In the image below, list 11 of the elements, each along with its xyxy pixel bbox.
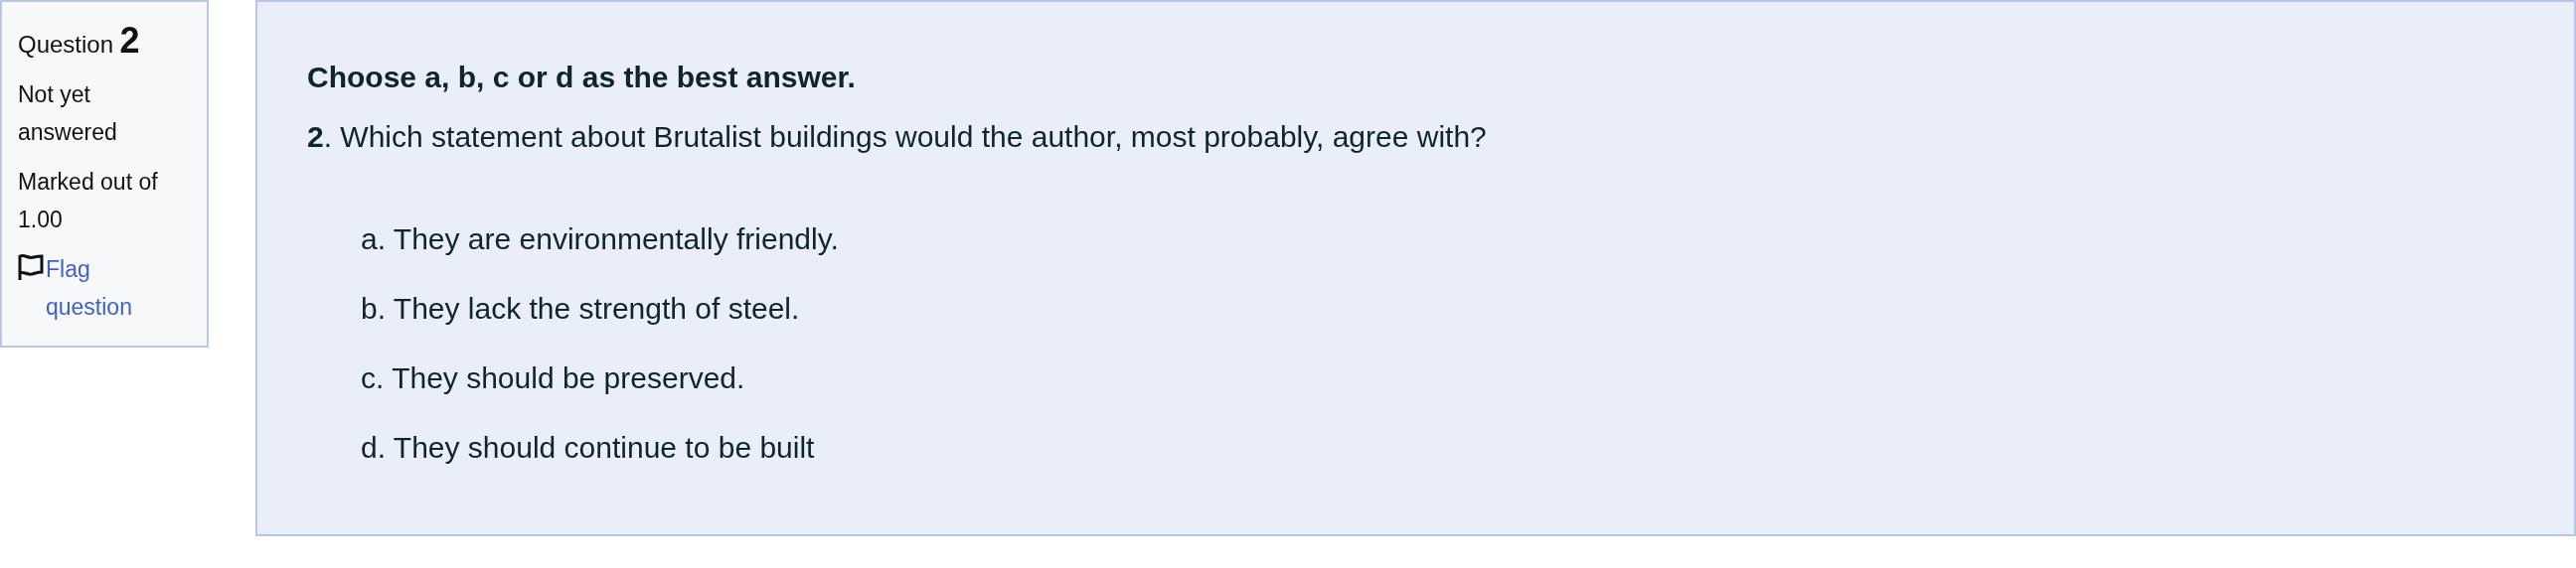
question-label: Question — [18, 31, 114, 58]
answer-option[interactable]: d. They should continue to be built — [361, 428, 2524, 468]
question-number: 2 — [119, 20, 140, 61]
answer-option[interactable]: c. They should be preserved. — [361, 358, 2524, 398]
marks-text: Marked out of 1.00 — [18, 168, 159, 234]
instruction-text: Choose a, b, c or d as the best answer. — [307, 60, 857, 95]
answer-option[interactable]: a. They are environmentally friendly. — [361, 219, 2524, 259]
question-text: 2. Which statement about Brutalist buildings would the author, most probably, agree with? — [307, 119, 1488, 155]
status-text: Not yet answered — [18, 80, 118, 147]
flag-question-link[interactable]: Flag question — [46, 250, 145, 326]
answer-option[interactable]: b. They lack the strength of steel. — [361, 289, 2524, 329]
